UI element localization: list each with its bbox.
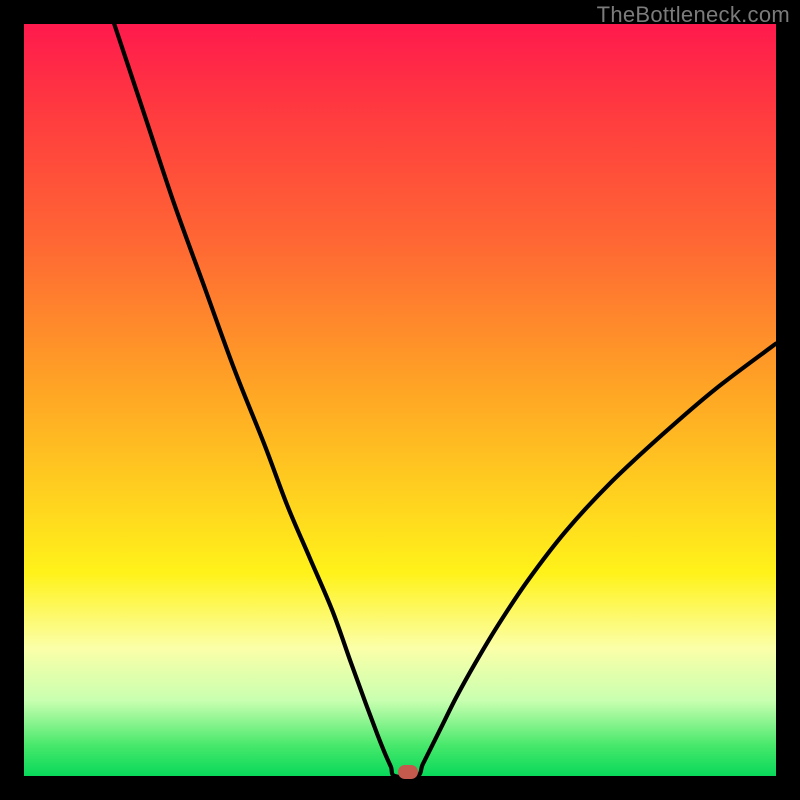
chart-frame: TheBottleneck.com bbox=[0, 0, 800, 800]
watermark-text: TheBottleneck.com bbox=[597, 2, 790, 28]
plot-area bbox=[24, 24, 776, 776]
optimum-marker bbox=[398, 765, 418, 779]
bottleneck-curve bbox=[24, 24, 776, 776]
